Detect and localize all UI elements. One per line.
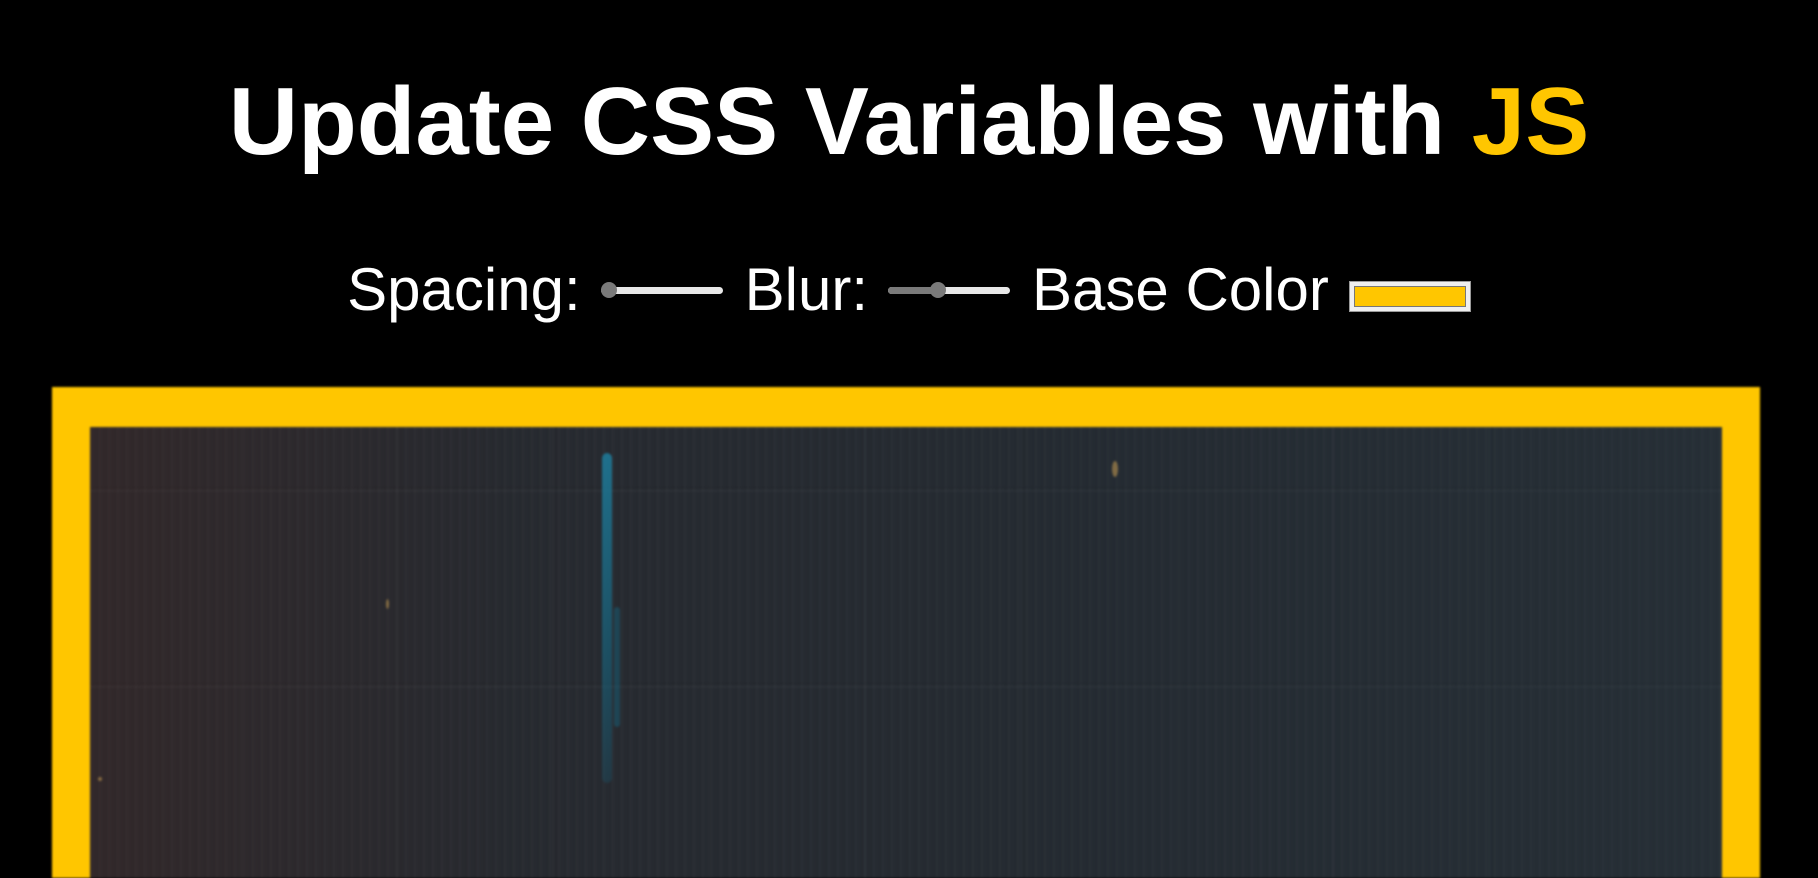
page-title-highlight: JS: [1471, 68, 1590, 175]
controls-bar: Spacing: Blur: Base Color: [0, 252, 1818, 328]
blur-label: Blur:: [744, 256, 869, 323]
base-color-picker[interactable]: [1348, 280, 1471, 312]
base-color-swatch: [1353, 285, 1466, 307]
base-color-label: Base Color: [1032, 256, 1329, 323]
paint-speck: [98, 777, 102, 781]
spacing-label: Spacing:: [347, 256, 581, 323]
blur-slider-thumb[interactable]: [929, 282, 946, 298]
paint-streak-secondary: [614, 607, 620, 727]
page: Update CSS Variables with JS Spacing: Bl…: [0, 0, 1818, 878]
paint-streak: [602, 453, 612, 783]
page-title-text: Update CSS Variables with: [228, 68, 1446, 175]
spacing-slider-track: [600, 287, 723, 294]
blur-slider[interactable]: [886, 275, 1011, 305]
paint-speck: [1112, 461, 1118, 477]
texture-image: [90, 427, 1722, 878]
spacing-slider[interactable]: [599, 275, 723, 305]
paint-speck: [386, 599, 389, 609]
page-title: Update CSS Variables with JS: [0, 64, 1818, 179]
image-frame: [52, 387, 1760, 878]
spacing-slider-thumb[interactable]: [600, 282, 617, 298]
